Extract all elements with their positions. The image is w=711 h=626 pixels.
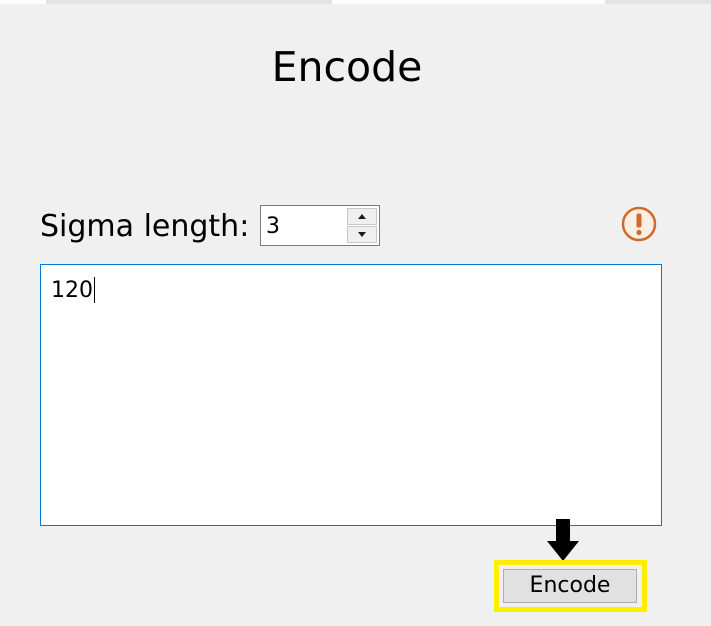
spin-up-button[interactable] [347, 208, 377, 225]
encode-button[interactable]: Encode [503, 569, 637, 603]
input-text-area[interactable]: 120 [40, 264, 662, 526]
input-text-content: 120 [51, 277, 95, 305]
input-text: 120 [51, 278, 93, 303]
spin-down-button[interactable] [347, 226, 377, 243]
exclamation-circle-icon [621, 206, 657, 242]
text-caret [94, 277, 95, 303]
triangle-down-icon [358, 232, 366, 237]
triangle-up-icon [358, 214, 366, 219]
top-edge-segment [332, 0, 605, 4]
spin-buttons [347, 208, 377, 243]
top-edge-segment [0, 0, 46, 4]
top-edge-strip [0, 0, 711, 4]
sigma-length-value[interactable]: 3 [266, 206, 280, 245]
page-title: Encode [271, 43, 423, 91]
sigma-length-spinbox[interactable]: 3 [260, 205, 380, 246]
sigma-length-label: Sigma length: [40, 209, 250, 244]
down-arrow-icon [547, 519, 579, 561]
